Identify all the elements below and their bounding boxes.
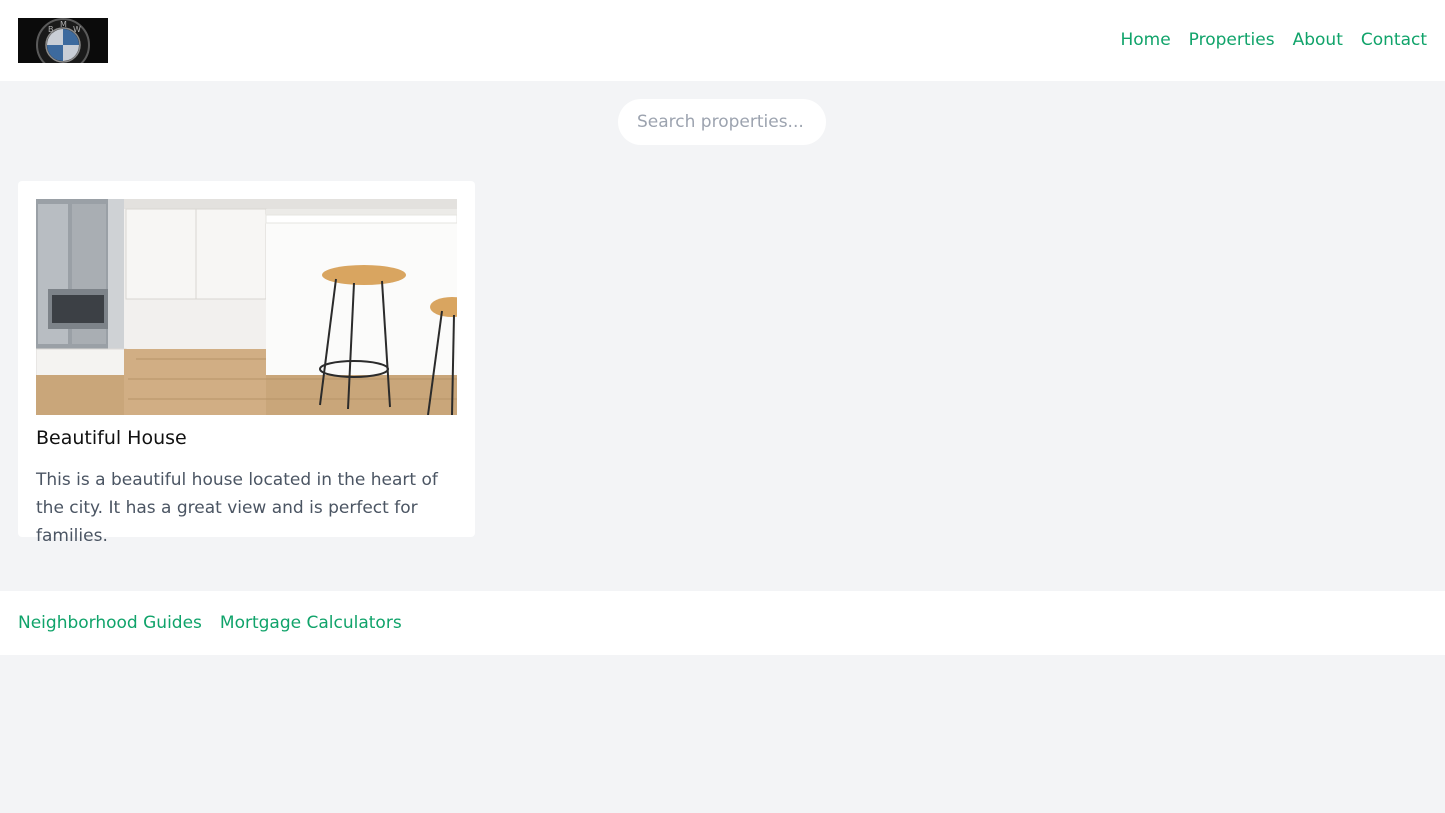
nav-properties-link[interactable]: Properties <box>1189 30 1275 50</box>
footer-neighborhood-guides-link[interactable]: Neighborhood Guides <box>18 613 202 633</box>
bmw-logo[interactable]: B M W <box>18 18 108 63</box>
property-title: Beautiful House <box>36 427 187 449</box>
property-image[interactable] <box>36 199 457 415</box>
search-input[interactable] <box>637 112 817 132</box>
site-header: B M W Home Properties About Contact <box>0 0 1445 81</box>
svg-text:B: B <box>48 25 54 34</box>
property-description: This is a beautiful house located in the… <box>36 470 438 546</box>
site-footer: Neighborhood Guides Mortgage Calculators <box>0 591 1445 655</box>
svg-text:M: M <box>60 20 67 29</box>
nav-home-link[interactable]: Home <box>1120 30 1170 50</box>
main-nav: Home Properties About Contact <box>1120 30 1427 50</box>
property-card[interactable]: Beautiful House This is a beautiful hous… <box>18 181 475 546</box>
svg-text:W: W <box>73 25 81 34</box>
footer-mortgage-calculators-link[interactable]: Mortgage Calculators <box>220 613 402 633</box>
search-bar <box>618 99 826 145</box>
nav-about-link[interactable]: About <box>1293 30 1343 50</box>
footer-links: Neighborhood Guides Mortgage Calculators <box>18 613 402 633</box>
nav-contact-link[interactable]: Contact <box>1361 30 1427 50</box>
